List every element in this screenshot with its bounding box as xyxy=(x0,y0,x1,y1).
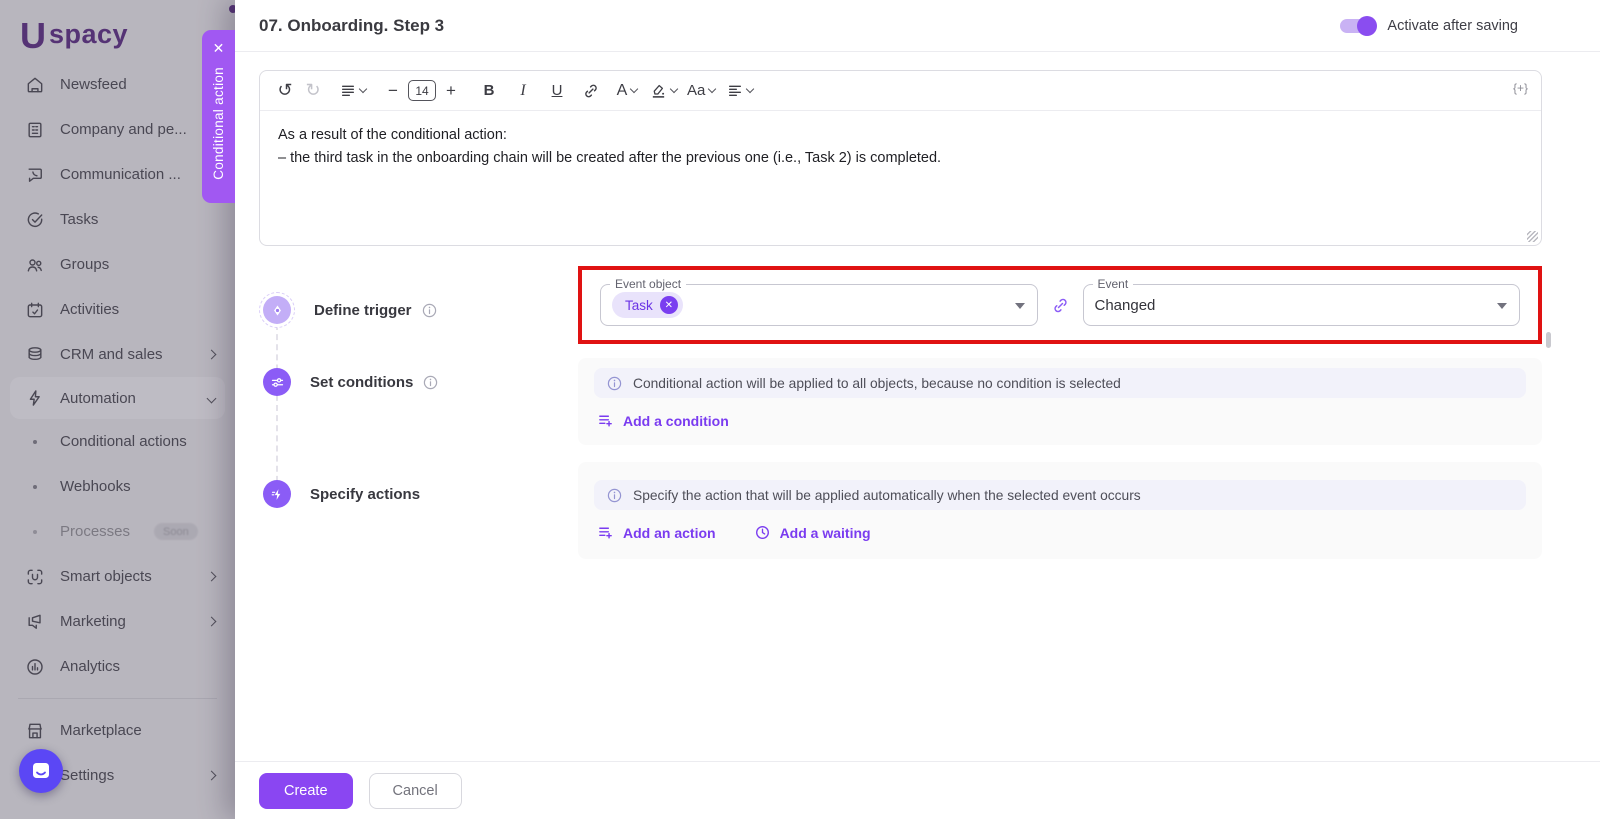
chevron-down-icon xyxy=(630,84,639,94)
chat-launcher-button[interactable] xyxy=(19,749,63,793)
link-fields-icon[interactable] xyxy=(1051,296,1070,315)
chevron-down-icon xyxy=(708,84,717,94)
automation-steps: Define trigger Event object Task ✕ Event… xyxy=(259,266,1542,559)
description-editor[interactable]: ↺ ↻ − 14 + B I U A Aa As a result of the… xyxy=(259,70,1542,246)
actions-banner-text: Specify the action that will be applied … xyxy=(633,487,1141,503)
drawer-tab-label: Conditional action xyxy=(211,67,226,180)
align-button[interactable] xyxy=(727,77,755,105)
drawer-header: 07. Onboarding. Step 3 Activate after sa… xyxy=(235,0,1600,52)
insert-field-token-button[interactable]: {+} xyxy=(1513,81,1528,95)
actions-step-icon xyxy=(263,480,291,508)
add-waiting-button[interactable]: Add a waiting xyxy=(754,524,871,541)
event-object-label: Event object xyxy=(610,277,687,291)
info-icon xyxy=(606,375,623,392)
info-icon xyxy=(606,487,623,504)
line-height-button[interactable] xyxy=(340,77,368,105)
conditions-step-label: Set conditions xyxy=(310,374,439,391)
cancel-button[interactable]: Cancel xyxy=(368,772,462,809)
chevron-down-icon xyxy=(669,84,679,94)
event-object-select[interactable]: Event object Task ✕ xyxy=(600,277,1038,326)
add-condition-button[interactable]: Add a condition xyxy=(597,412,729,429)
drawer-tab-conditional-action[interactable]: ✕ Conditional action xyxy=(202,30,235,203)
conditions-banner-text: Conditional action will be applied to al… xyxy=(633,375,1121,391)
event-value: Changed xyxy=(1094,296,1156,314)
dropdown-caret-icon xyxy=(1014,303,1025,309)
actions-step-label: Specify actions xyxy=(310,485,421,503)
font-size-increase-button[interactable]: + xyxy=(438,77,464,105)
event-select[interactable]: Event Changed xyxy=(1082,277,1520,326)
trigger-highlight-box: Event object Task ✕ Event Changed xyxy=(578,266,1542,344)
page-title: 07. Onboarding. Step 3 xyxy=(259,15,445,35)
list-plus-icon xyxy=(597,412,614,429)
activate-toggle-label: Activate after saving xyxy=(1387,17,1518,34)
app-window: U spacy Newsfeed Company and pe... Commu… xyxy=(0,0,1600,819)
toggle-knob xyxy=(1357,15,1378,36)
chevron-down-icon xyxy=(358,84,368,94)
step-specify-actions: Specify actions Specify the action that … xyxy=(259,462,1542,559)
redo-button[interactable]: ↻ xyxy=(300,77,326,105)
link-button[interactable] xyxy=(578,77,604,105)
undo-button[interactable]: ↺ xyxy=(272,77,298,105)
bold-button[interactable]: B xyxy=(476,77,502,105)
info-icon[interactable] xyxy=(422,374,439,391)
actions-info-banner: Specify the action that will be applied … xyxy=(594,480,1526,510)
actions-panel: Specify the action that will be applied … xyxy=(578,462,1542,559)
editor-text-area[interactable]: As a result of the conditional action: –… xyxy=(260,111,1541,183)
info-icon[interactable] xyxy=(421,302,438,319)
conditions-info-banner: Conditional action will be applied to al… xyxy=(594,368,1526,398)
highlight-color-button[interactable] xyxy=(650,77,679,105)
activate-toggle[interactable] xyxy=(1340,15,1378,36)
event-label: Event xyxy=(1092,277,1134,291)
trigger-step-label: Define trigger xyxy=(314,302,438,319)
scrollbar-thumb[interactable] xyxy=(1546,332,1551,348)
clock-icon xyxy=(754,524,771,541)
italic-button[interactable]: I xyxy=(510,77,536,105)
modal-dim-overlay[interactable] xyxy=(0,0,235,819)
font-size-value[interactable]: 14 xyxy=(408,77,436,105)
add-action-button[interactable]: Add an action xyxy=(597,524,716,541)
resize-handle[interactable] xyxy=(1527,231,1538,242)
underline-button[interactable]: U xyxy=(544,77,570,105)
conditional-action-drawer: ✕ Conditional action 07. Onboarding. Ste… xyxy=(202,0,1600,819)
editor-line: – the third task in the onboarding chain… xyxy=(278,150,942,166)
event-object-chip: Task ✕ xyxy=(612,292,683,318)
font-size-decrease-button[interactable]: − xyxy=(380,77,406,105)
close-icon[interactable]: ✕ xyxy=(213,41,225,55)
text-case-button[interactable]: Aa xyxy=(687,77,717,105)
step-define-trigger: Define trigger Event object Task ✕ Event… xyxy=(259,266,1542,344)
create-button[interactable]: Create xyxy=(259,772,353,809)
chevron-down-icon xyxy=(746,84,755,94)
dropdown-caret-icon xyxy=(1497,303,1507,309)
editor-line: As a result of the conditional action: xyxy=(278,127,507,143)
drawer-footer: Create Cancel xyxy=(235,761,1600,819)
chat-icon xyxy=(29,759,53,783)
sidebar: U spacy Newsfeed Company and pe... Commu… xyxy=(0,0,237,819)
remove-chip-icon[interactable]: ✕ xyxy=(659,296,678,314)
editor-toolbar: ↺ ↻ − 14 + B I U A Aa xyxy=(260,71,1541,111)
drawer-content: ↺ ↻ − 14 + B I U A Aa As a result of the… xyxy=(235,53,1600,760)
conditions-step-icon xyxy=(263,368,291,396)
step-set-conditions: Set conditions Conditional action will b… xyxy=(259,358,1542,445)
trigger-step-icon xyxy=(259,292,295,328)
conditions-panel: Conditional action will be applied to al… xyxy=(578,358,1542,445)
list-plus-icon xyxy=(597,524,614,541)
text-color-button[interactable]: A xyxy=(614,77,640,105)
